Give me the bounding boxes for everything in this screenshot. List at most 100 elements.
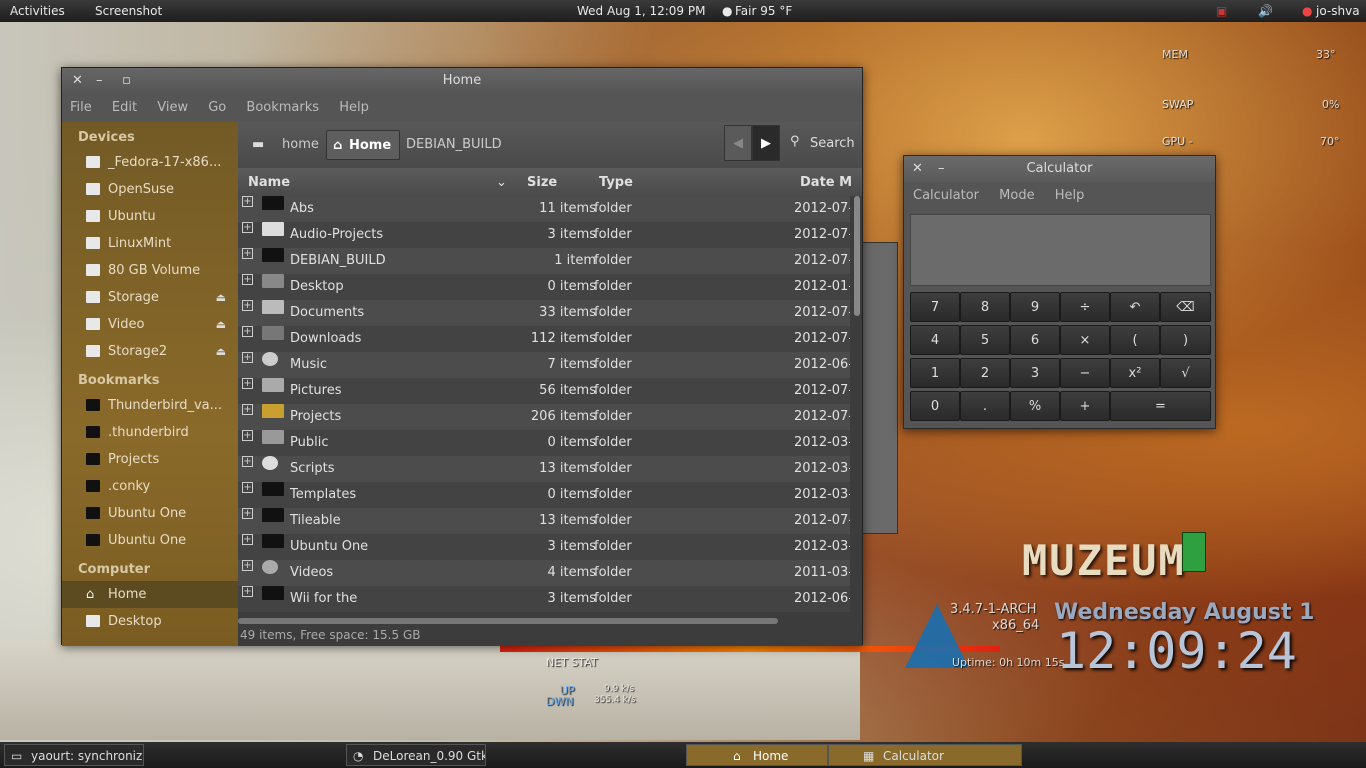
key-add[interactable]: + bbox=[1060, 391, 1110, 421]
expand-icon[interactable]: + bbox=[242, 352, 253, 363]
table-row[interactable]: + Ubuntu One 3 items folder 2012-03- bbox=[238, 534, 850, 560]
table-row[interactable]: + Desktop 0 items folder 2012-01- bbox=[238, 274, 850, 300]
sidebar-item-device[interactable]: OpenSuse bbox=[62, 176, 238, 203]
table-row[interactable]: + Music 7 items folder 2012-06- bbox=[238, 352, 850, 378]
sidebar-item-desktop[interactable]: Desktop bbox=[62, 608, 238, 635]
table-row[interactable]: + Wii for the 3 items folder 2012-06- bbox=[238, 586, 850, 612]
expand-icon[interactable]: + bbox=[242, 482, 253, 493]
table-row[interactable]: + Tileable 13 items folder 2012-07- bbox=[238, 508, 850, 534]
key-4[interactable]: 4 bbox=[910, 325, 960, 355]
sidebar-item-home[interactable]: ⌂ Home bbox=[62, 581, 238, 608]
sidebar-item-bookmark[interactable]: Ubuntu One bbox=[62, 500, 238, 527]
menu-calculator[interactable]: Calculator bbox=[913, 188, 979, 203]
sidebar-item-bookmark[interactable]: Projects bbox=[62, 446, 238, 473]
sidebar-item-device[interactable]: 80 GB Volume bbox=[62, 257, 238, 284]
expand-icon[interactable]: + bbox=[242, 586, 253, 597]
backspace-icon[interactable]: ⌫ bbox=[1160, 292, 1211, 322]
sidebar-item-device[interactable]: Storage2 ⏏ bbox=[62, 338, 238, 365]
task-home[interactable]: ⌂ Home bbox=[686, 744, 828, 766]
sidebar-item-bookmark[interactable]: Thunderbird_va... bbox=[62, 392, 238, 419]
expand-icon[interactable]: + bbox=[242, 248, 253, 259]
calculator-display[interactable] bbox=[910, 214, 1211, 286]
expand-icon[interactable]: + bbox=[242, 534, 253, 545]
task-yaourt[interactable]: ▭yaourt: synchronizin... bbox=[4, 744, 144, 766]
sidebar-item-bookmark[interactable]: .conky bbox=[62, 473, 238, 500]
expand-icon[interactable]: + bbox=[242, 456, 253, 467]
calculator-titlebar[interactable]: ✕ – Calculator bbox=[904, 156, 1215, 182]
column-name[interactable]: Name bbox=[248, 175, 290, 190]
table-row[interactable]: + Abs 11 items folder 2012-07- bbox=[238, 196, 850, 222]
breadcrumb-debian-build[interactable]: DEBIAN_BUILD bbox=[398, 130, 510, 160]
clock[interactable]: Wed Aug 1, 12:09 PM bbox=[577, 4, 705, 18]
user-menu[interactable]: jo-shva bbox=[1316, 4, 1360, 18]
expand-icon[interactable]: + bbox=[242, 404, 253, 415]
sidebar-item-device[interactable]: LinuxMint bbox=[62, 230, 238, 257]
table-row[interactable]: + Projects 206 items folder 2012-07- bbox=[238, 404, 850, 430]
menu-go[interactable]: Go bbox=[208, 100, 226, 115]
expand-icon[interactable]: + bbox=[242, 326, 253, 337]
back-button[interactable]: ◀ bbox=[724, 125, 752, 161]
sidebar-item-device[interactable]: Video ⏏ bbox=[62, 311, 238, 338]
key-open-paren[interactable]: ( bbox=[1110, 325, 1160, 355]
column-type[interactable]: Type bbox=[599, 175, 633, 190]
column-date[interactable]: Date M bbox=[800, 175, 852, 190]
table-row[interactable]: + Videos 4 items folder 2011-03- bbox=[238, 560, 850, 586]
menu-view[interactable]: View bbox=[157, 100, 188, 115]
horizontal-scrollbar[interactable] bbox=[238, 618, 778, 624]
key-9[interactable]: 9 bbox=[1010, 292, 1060, 322]
key-equals[interactable]: = bbox=[1110, 391, 1211, 421]
eject-icon[interactable]: ⏏ bbox=[216, 311, 226, 338]
column-size[interactable]: Size bbox=[527, 175, 557, 190]
calculator-window[interactable]: ✕ – Calculator Calculator Mode Help 7 8 … bbox=[903, 155, 1216, 429]
table-row[interactable]: + Documents 33 items folder 2012-07- bbox=[238, 300, 850, 326]
table-row[interactable]: + Scripts 13 items folder 2012-03- bbox=[238, 456, 850, 482]
menu-help[interactable]: Help bbox=[339, 100, 369, 115]
task-delorean[interactable]: ◔DeLorean_0.90 Gtk ... bbox=[346, 744, 486, 766]
expand-icon[interactable]: + bbox=[242, 196, 253, 207]
sidebar-item-bookmark[interactable]: Ubuntu One bbox=[62, 527, 238, 554]
key-square[interactable]: x² bbox=[1110, 358, 1160, 388]
key-multiply[interactable]: × bbox=[1060, 325, 1110, 355]
key-decimal[interactable]: . bbox=[960, 391, 1010, 421]
key-7[interactable]: 7 bbox=[910, 292, 960, 322]
expand-icon[interactable]: + bbox=[242, 222, 253, 233]
key-5[interactable]: 5 bbox=[960, 325, 1010, 355]
expand-icon[interactable]: + bbox=[242, 560, 253, 571]
volume-icon[interactable]: 🔊 bbox=[1258, 4, 1273, 18]
key-3[interactable]: 3 bbox=[1010, 358, 1060, 388]
weather-label[interactable]: Fair 95 °F bbox=[735, 4, 792, 18]
key-sqrt[interactable]: √ bbox=[1160, 358, 1211, 388]
drive-root-icon[interactable]: ▬ bbox=[244, 130, 272, 160]
sidebar-item-bookmark[interactable]: .thunderbird bbox=[62, 419, 238, 446]
table-row[interactable]: + DEBIAN_BUILD 1 item folder 2012-07- bbox=[238, 248, 850, 274]
table-row[interactable]: + Pictures 56 items folder 2012-07- bbox=[238, 378, 850, 404]
key-subtract[interactable]: − bbox=[1060, 358, 1110, 388]
close-icon[interactable]: ✕ bbox=[912, 156, 923, 182]
search-icon[interactable]: ⚲ bbox=[790, 134, 800, 149]
sidebar-item-device[interactable]: Storage ⏏ bbox=[62, 284, 238, 311]
expand-icon[interactable]: + bbox=[242, 274, 253, 285]
search-button[interactable]: Search bbox=[810, 136, 855, 151]
key-percent[interactable]: % bbox=[1010, 391, 1060, 421]
sort-chevron-down-icon[interactable]: ⌄ bbox=[496, 175, 507, 190]
background-window[interactable] bbox=[862, 242, 898, 534]
forward-button[interactable]: ▶ bbox=[752, 125, 780, 161]
table-row[interactable]: + Templates 0 items folder 2012-03- bbox=[238, 482, 850, 508]
expand-icon[interactable]: + bbox=[242, 430, 253, 441]
expand-icon[interactable]: + bbox=[242, 508, 253, 519]
minimize-icon[interactable]: – bbox=[96, 68, 103, 94]
close-icon[interactable]: ✕ bbox=[72, 68, 83, 94]
minimize-icon[interactable]: – bbox=[938, 156, 945, 182]
expand-icon[interactable]: + bbox=[242, 300, 253, 311]
breadcrumb-current[interactable]: ⌂ Home bbox=[326, 130, 401, 160]
table-row[interactable]: + Audio-Projects 3 items folder 2012-07- bbox=[238, 222, 850, 248]
key-close-paren[interactable]: ) bbox=[1160, 325, 1211, 355]
activities-button[interactable]: Activities bbox=[10, 4, 65, 18]
key-0[interactable]: 0 bbox=[910, 391, 960, 421]
file-manager-titlebar[interactable]: ✕ – ▫ Home bbox=[62, 68, 862, 94]
breadcrumb-home[interactable]: home bbox=[274, 130, 327, 160]
menu-file[interactable]: File bbox=[70, 100, 92, 115]
key-8[interactable]: 8 bbox=[960, 292, 1010, 322]
table-row[interactable]: + Public 0 items folder 2012-03- bbox=[238, 430, 850, 456]
task-calculator[interactable]: ▦ Calculator bbox=[828, 744, 1022, 766]
